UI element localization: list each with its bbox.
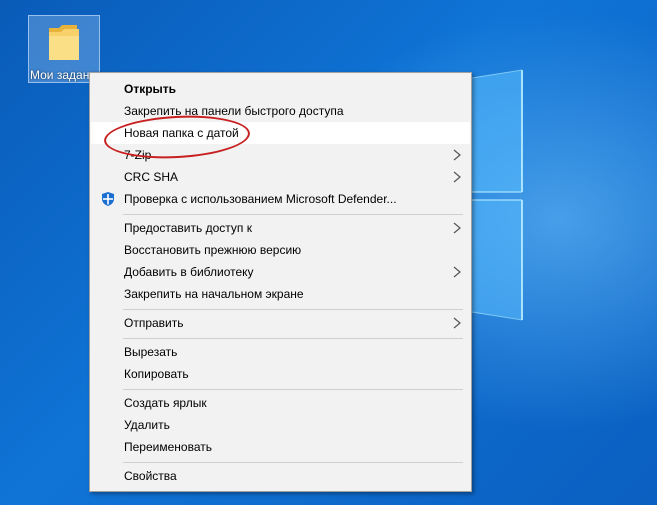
menu-item-label: CRC SHA (124, 170, 179, 184)
menu-item-restore-version[interactable]: Восстановить прежнюю версию (91, 239, 470, 261)
menu-item-defender-scan[interactable]: Проверка с использованием Microsoft Defe… (91, 188, 470, 210)
menu-item-label: Свойства (124, 469, 177, 483)
menu-item-pin-start[interactable]: Закрепить на начальном экране (91, 283, 470, 305)
menu-item-label: Вырезать (124, 345, 178, 359)
menu-item-label: Новая папка с датой (124, 126, 239, 140)
menu-separator (123, 462, 463, 463)
context-menu: Открыть Закрепить на панели быстрого дос… (89, 72, 472, 492)
menu-item-label: Восстановить прежнюю версию (124, 243, 302, 257)
menu-item-rename[interactable]: Переименовать (91, 436, 470, 458)
menu-item-label: Переименовать (124, 440, 212, 454)
menu-item-label: Создать ярлык (124, 396, 207, 410)
menu-item-label: 7-Zip (124, 148, 152, 162)
menu-separator (123, 309, 463, 310)
menu-item-new-folder-with-date[interactable]: Новая папка с датой (91, 122, 470, 144)
chevron-right-icon (453, 317, 461, 329)
menu-item-add-to-library[interactable]: Добавить в библиотеку (91, 261, 470, 283)
menu-item-delete[interactable]: Удалить (91, 414, 470, 436)
chevron-right-icon (453, 171, 461, 183)
menu-separator (123, 338, 463, 339)
menu-item-crc-sha[interactable]: CRC SHA (91, 166, 470, 188)
menu-item-cut[interactable]: Вырезать (91, 341, 470, 363)
menu-item-properties[interactable]: Свойства (91, 465, 470, 487)
menu-item-give-access[interactable]: Предоставить доступ к (91, 217, 470, 239)
chevron-right-icon (453, 149, 461, 161)
menu-item-open[interactable]: Открыть (91, 78, 470, 100)
menu-item-send-to[interactable]: Отправить (91, 312, 470, 334)
menu-item-create-shortcut[interactable]: Создать ярлык (91, 392, 470, 414)
menu-item-label: Закрепить на панели быстрого доступа (124, 104, 344, 118)
menu-separator (123, 389, 463, 390)
chevron-right-icon (453, 266, 461, 278)
menu-separator (123, 214, 463, 215)
folder-icon (49, 25, 79, 60)
menu-item-label: Закрепить на начальном экране (124, 287, 304, 301)
menu-item-label: Удалить (124, 418, 170, 432)
menu-item-label: Открыть (124, 82, 177, 96)
menu-item-label: Копировать (124, 367, 189, 381)
menu-item-7zip[interactable]: 7-Zip (91, 144, 470, 166)
menu-item-label: Отправить (124, 316, 184, 330)
menu-item-copy[interactable]: Копировать (91, 363, 470, 385)
chevron-right-icon (453, 222, 461, 234)
menu-item-pin-quick-access[interactable]: Закрепить на панели быстрого доступа (91, 100, 470, 122)
defender-shield-icon (102, 192, 114, 206)
menu-item-label: Проверка с использованием Microsoft Defe… (124, 192, 397, 206)
menu-item-label: Предоставить доступ к (124, 221, 252, 235)
menu-item-label: Добавить в библиотеку (124, 265, 254, 279)
